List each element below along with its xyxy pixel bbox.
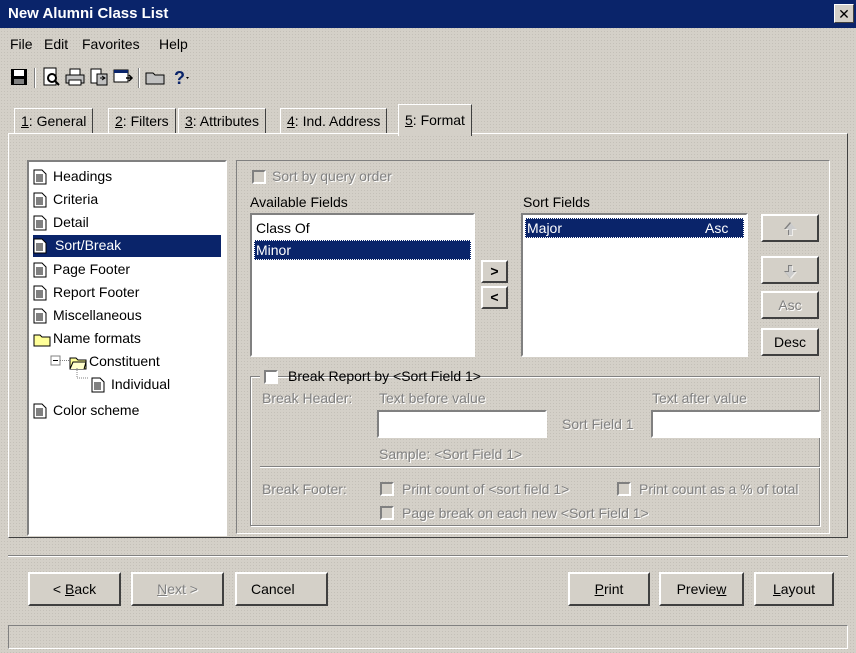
page-break-checkbox[interactable] [380, 506, 394, 520]
break-header-label: Break Header: [262, 390, 353, 406]
menu-help[interactable]: Help [159, 36, 188, 52]
document-icon [33, 169, 47, 190]
remove-field-button[interactable]: < [481, 286, 508, 309]
menu-edit[interactable]: Edit [44, 36, 68, 52]
tree-item-page-footer[interactable]: Page Footer [33, 259, 130, 281]
tree-item-individual[interactable]: Individual [91, 374, 170, 396]
tab-format[interactable]: 5: Format [398, 104, 472, 136]
menu-file[interactable]: File [10, 36, 33, 52]
break-report-header: Break Report by <Sort Field 1> [260, 367, 481, 387]
divider [260, 466, 820, 468]
tree-item-report-footer[interactable]: Report Footer [33, 282, 139, 304]
page-break-label: Page break on each new <Sort Field 1> [402, 505, 649, 521]
tab-general[interactable]: 1: General [14, 108, 94, 134]
available-fields-label: Available Fields [250, 194, 348, 210]
arrow-up-icon [784, 222, 797, 236]
text-before-label: Text before value [379, 390, 486, 406]
sort-field-1-label: Sort Field 1 [562, 416, 634, 432]
document-icon [33, 308, 47, 329]
document-icon [33, 192, 47, 213]
list-item[interactable]: Class Of [254, 218, 471, 238]
document-icon [33, 403, 47, 424]
document-icon [33, 238, 47, 259]
tab-attributes[interactable]: 3: Attributes [178, 108, 266, 134]
print-preview-icon[interactable] [40, 66, 62, 88]
list-item[interactable]: Major Asc [525, 218, 744, 238]
break-report-label: Break Report by <Sort Field 1> [288, 368, 481, 384]
help-icon[interactable]: ? [170, 66, 192, 88]
move-up-button[interactable] [761, 214, 819, 242]
add-field-button[interactable]: > [481, 260, 508, 283]
text-after-label: Text after value [652, 390, 747, 406]
tree-connector [50, 355, 71, 366]
back-button[interactable]: < Back [28, 572, 121, 606]
desc-button[interactable]: Desc [761, 328, 819, 356]
preview-button[interactable]: Preview [659, 572, 744, 606]
tree-item-miscellaneous[interactable]: Miscellaneous [33, 305, 142, 327]
next-button[interactable]: Next > [131, 572, 224, 606]
save-icon[interactable] [8, 66, 30, 88]
sort-by-query-order-checkbox[interactable] [252, 170, 266, 184]
cancel-button[interactable]: Cancel [235, 572, 328, 606]
available-fields-list[interactable]: Class Of Minor [250, 213, 475, 357]
tree-item-sort-break[interactable]: Sort/Break [33, 235, 221, 257]
format-tree[interactable]: Headings Criteria Detail Sort/Break Page… [27, 160, 227, 536]
document-icon [33, 262, 47, 283]
tree-item-headings[interactable]: Headings [33, 166, 112, 188]
document-icon [33, 285, 47, 306]
document-icon [91, 377, 105, 398]
tree-item-detail[interactable]: Detail [33, 212, 89, 234]
sort-fields-list[interactable]: Major Asc [521, 213, 748, 357]
print-percent-checkbox[interactable] [617, 482, 631, 496]
document-icon [33, 215, 47, 236]
report-window: New Alumni Class List ✕ File Edit Favori… [0, 0, 856, 653]
print-percent-label: Print count as a % of total [639, 481, 799, 497]
text-after-input[interactable] [651, 410, 821, 438]
sort-fields-label: Sort Fields [523, 194, 590, 210]
tree-connector [76, 368, 89, 379]
tab-ind-address[interactable]: 4: Ind. Address [280, 108, 388, 134]
tree-item-color-scheme[interactable]: Color scheme [33, 400, 139, 422]
svg-text:?: ? [174, 68, 185, 88]
sort-by-query-order-label: Sort by query order [272, 168, 392, 184]
asc-button[interactable]: Asc [761, 291, 819, 319]
divider [8, 555, 848, 557]
print-count-label: Print count of <sort field 1> [402, 481, 570, 497]
folder-icon [33, 331, 51, 352]
list-item[interactable]: Minor [254, 240, 471, 260]
tab-filters[interactable]: 2: Filters [108, 108, 176, 134]
layout-button[interactable]: Layout [754, 572, 834, 606]
tree-item-name-formats[interactable]: Name formats [33, 328, 141, 350]
break-footer-label: Break Footer: [262, 481, 347, 497]
menu-favorites[interactable]: Favorites [82, 36, 140, 52]
close-button[interactable]: ✕ [834, 4, 854, 23]
move-down-button[interactable] [761, 256, 819, 284]
print-button[interactable]: Print [568, 572, 650, 606]
print-count-checkbox[interactable] [380, 482, 394, 496]
text-before-input[interactable] [377, 410, 547, 438]
tree-item-criteria[interactable]: Criteria [33, 189, 98, 211]
folder-icon[interactable] [144, 66, 166, 88]
window-title: New Alumni Class List [8, 5, 169, 22]
export-icon[interactable] [88, 66, 110, 88]
print-icon[interactable] [64, 66, 86, 88]
arrow-down-icon [784, 265, 797, 279]
title-bar[interactable]: New Alumni Class List ✕ [0, 0, 856, 28]
sample-label: Sample: <Sort Field 1> [379, 446, 523, 462]
status-bar [8, 625, 848, 649]
break-report-checkbox[interactable] [264, 370, 278, 384]
toolbar: ? [8, 66, 308, 92]
export-to-file-icon[interactable] [112, 66, 134, 88]
